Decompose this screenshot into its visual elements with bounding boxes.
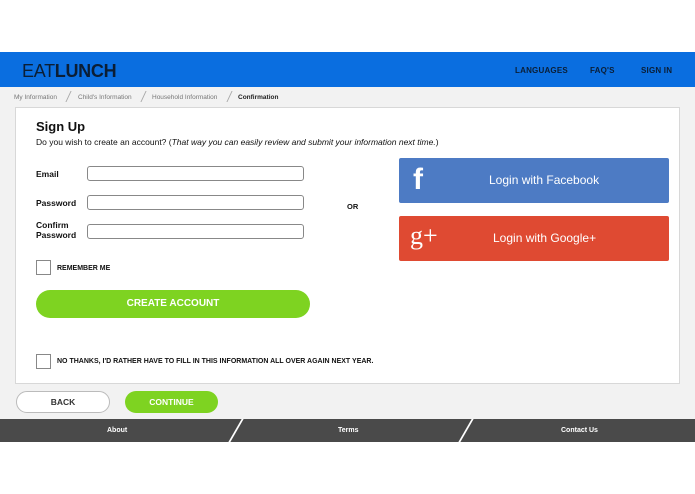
facebook-icon: f [413, 163, 423, 196]
breadcrumb-childs-information[interactable]: Child's Information [78, 94, 132, 101]
description-text: Do you wish to create an account? ( [36, 137, 172, 147]
password-label: Password [36, 198, 77, 208]
confirm-password-field[interactable] [87, 224, 304, 239]
page-title: Sign Up [36, 119, 86, 134]
logo-text-lunch: LUNCH [54, 61, 117, 81]
create-account-button[interactable]: CREATE ACCOUNT [36, 290, 310, 318]
footer-terms-link[interactable]: Terms [338, 427, 359, 434]
description-italic-text: That way you can easily review and submi… [171, 137, 436, 147]
logo-text-eat: EAT [22, 61, 55, 81]
footer-contact-us-link[interactable]: Contact Us [561, 427, 598, 434]
login-with-facebook-button[interactable]: f Login with Facebook [399, 158, 669, 203]
page-background [680, 107, 695, 384]
google-button-label: Login with Google+ [493, 231, 597, 245]
facebook-button-label: Login with Facebook [489, 173, 600, 187]
breadcrumb-separator [140, 91, 147, 102]
footer-about-link[interactable]: About [107, 427, 127, 434]
back-button[interactable]: BACK [16, 391, 110, 413]
remember-me-label: REMEMBER ME [57, 265, 111, 272]
nav-sign-in-link[interactable]: SIGN IN [641, 66, 672, 75]
confirm-password-label: Confirm Password [36, 220, 76, 240]
remember-me-checkbox[interactable] [36, 260, 51, 275]
or-divider: OR [347, 202, 359, 211]
google-plus-icon: g+ [410, 221, 438, 250]
continue-button[interactable]: CONTINUE [125, 391, 218, 413]
footer-separator [458, 419, 474, 442]
login-with-google-button[interactable]: g+ Login with Google+ [399, 216, 669, 261]
no-thanks-checkbox[interactable] [36, 354, 51, 369]
breadcrumb-separator [65, 91, 72, 102]
breadcrumb: My Information Child's Information House… [0, 87, 695, 107]
email-field[interactable] [87, 166, 304, 181]
nav-faqs-link[interactable]: FAQ'S [590, 66, 615, 75]
footer: About Terms Contact Us [0, 419, 695, 442]
breadcrumb-separator [226, 91, 233, 102]
breadcrumb-household-information[interactable]: Household Information [152, 94, 217, 101]
sign-up-description: Do you wish to create an account? (That … [36, 137, 439, 147]
top-navigation-bar: EATLUNCH LANGUAGES FAQ'S SIGN IN [0, 52, 695, 87]
breadcrumb-confirmation: Confirmation [238, 94, 279, 101]
no-thanks-label: NO THANKS, I'D RATHER HAVE TO FILL IN TH… [57, 358, 374, 365]
confirm-label-line-1: Confirm [36, 220, 69, 230]
logo[interactable]: EATLUNCH [22, 61, 117, 82]
page-background [0, 107, 15, 384]
description-close-paren: ) [435, 137, 439, 147]
footer-separator [228, 419, 244, 442]
nav-languages-link[interactable]: LANGUAGES [515, 66, 568, 75]
confirm-label-line-2: Password [36, 230, 77, 240]
password-field[interactable] [87, 195, 304, 210]
breadcrumb-my-information[interactable]: My Information [14, 94, 57, 101]
email-label: Email [36, 169, 59, 179]
